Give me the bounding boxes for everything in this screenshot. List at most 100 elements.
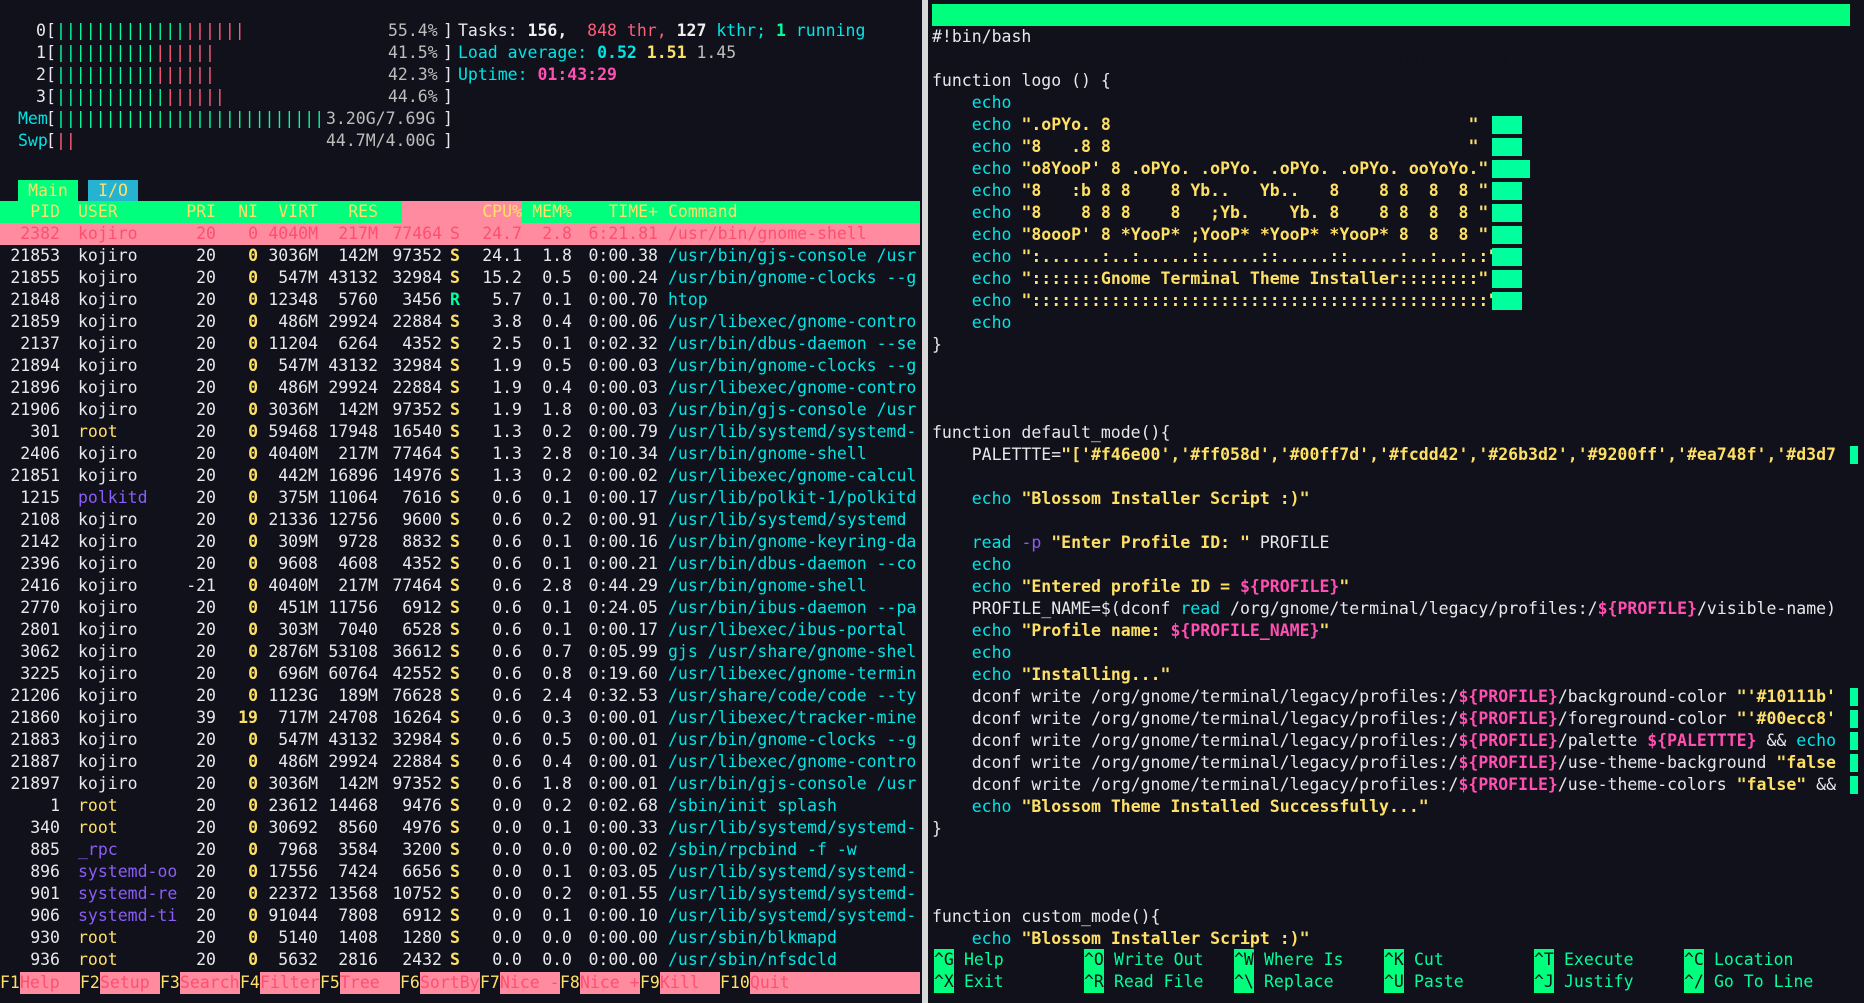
- shortcut-key[interactable]: ^K: [1384, 949, 1404, 971]
- process-row[interactable]: 901 systemd-re 20 0 22372 13568 10752 S 0.0 0.2 0:…: [0, 883, 920, 905]
- shortcut-label[interactable]: Exit: [964, 971, 1004, 993]
- fkey-label[interactable]: Help: [20, 972, 80, 994]
- code-line[interactable]: PROFILE_NAME=$(dconf read /org/gnome/ter…: [932, 598, 1864, 620]
- process-row[interactable]: 3062 kojiro 20 0 2876M 53108 36612 S 0.6 0.7 0:05.…: [0, 641, 920, 663]
- process-row[interactable]: 21851 kojiro 20 0 442M 16896 14976 S 1.3 0.2 0:00.…: [0, 465, 920, 487]
- fkey-label[interactable]: Search: [180, 972, 240, 994]
- fkey-label[interactable]: Setup: [100, 972, 160, 994]
- code-line[interactable]: #!bin/bash: [932, 26, 1864, 48]
- shortcut-label[interactable]: Where Is: [1264, 949, 1343, 971]
- code-line[interactable]: dconf write /org/gnome/terminal/legacy/p…: [932, 708, 1864, 730]
- shortcut-label[interactable]: Cut: [1414, 949, 1444, 971]
- pane-divider[interactable]: [922, 0, 928, 1003]
- process-row-selected[interactable]: 2382 kojiro 20 0 4040M 217M 77464 S 24.7 2.8 6:21.…: [0, 223, 920, 245]
- code-line[interactable]: }: [932, 818, 1864, 840]
- shortcut-key[interactable]: ^/: [1684, 971, 1704, 993]
- process-row[interactable]: 2137 kojiro 20 0 11204 6264 4352 S 2.5 0.1 0:02.32…: [0, 333, 920, 355]
- shortcut-key[interactable]: ^J: [1534, 971, 1554, 993]
- shortcut-label[interactable]: Execute: [1564, 949, 1634, 971]
- header-time[interactable]: TIME+: [538, 201, 658, 223]
- code-line[interactable]: echo "Blossom Theme Installed Successful…: [932, 796, 1864, 818]
- code-line[interactable]: [932, 378, 1864, 400]
- process-row[interactable]: 2406 kojiro 20 0 4040M 217M 77464 S 1.3 2.8 0:10.3…: [0, 443, 920, 465]
- fkey-label[interactable]: Nice +: [580, 972, 640, 994]
- code-line[interactable]: echo: [932, 312, 1864, 334]
- shortcut-key[interactable]: ^G: [934, 949, 954, 971]
- code-line[interactable]: echo "8 8 8 8 8 ;Yb. Yb. 8 8 8 8 8 ": [932, 202, 1864, 224]
- process-row[interactable]: 2396 kojiro 20 0 9608 4608 4352 S 0.6 0.1 0:00.21/…: [0, 553, 920, 575]
- fkey-label[interactable]: Quit: [750, 972, 920, 994]
- code-line[interactable]: PALETTTE="['#f46e00','#ff058d','#00ff7d'…: [932, 444, 1864, 466]
- fkey-f8[interactable]: F8: [560, 972, 580, 994]
- fkey-label[interactable]: Tree: [340, 972, 400, 994]
- shortcut-key[interactable]: ^U: [1384, 971, 1404, 993]
- shortcut-label[interactable]: Help: [964, 949, 1004, 971]
- shortcut-key[interactable]: ^X: [934, 971, 954, 993]
- code-line[interactable]: [932, 884, 1864, 906]
- process-row[interactable]: 21906 kojiro 20 0 3036M 142M 97352 S 1.9 1.8 0:00.…: [0, 399, 920, 421]
- process-row[interactable]: 301 root 20 0 59468 17948 16540 S 1.3 0.2 0:00.79/…: [0, 421, 920, 443]
- process-row[interactable]: 21848 kojiro 20 0 12348 5760 3456 R 5.7 0.1 0:00.7…: [0, 289, 920, 311]
- code-line[interactable]: echo "o8YooP' 8 .oPYo. .oPYo. .oPYo. .oP…: [932, 158, 1864, 180]
- code-line[interactable]: [932, 840, 1864, 862]
- code-line[interactable]: echo "8 .8 8 ": [932, 136, 1864, 158]
- code-line[interactable]: echo "Blossom Installer Script :)": [932, 488, 1864, 510]
- fkey-f3[interactable]: F3: [160, 972, 180, 994]
- code-line[interactable]: echo "Entered profile ID = ${PROFILE}": [932, 576, 1864, 598]
- code-line[interactable]: [932, 356, 1864, 378]
- code-line[interactable]: dconf write /org/gnome/terminal/legacy/p…: [932, 774, 1864, 796]
- nano-pane[interactable]: GNU nano 7.2 Gnome-Terminal/blossom.sh #…: [932, 0, 1864, 1003]
- code-line[interactable]: [932, 48, 1864, 70]
- code-line[interactable]: echo "8oooP' 8 *YooP* ;YooP* *YooP* *Yoo…: [932, 224, 1864, 246]
- process-row[interactable]: 1 root 20 0 23612 14468 9476 S 0.0 0.2 0:02.68/sbi…: [0, 795, 920, 817]
- process-row[interactable]: 21897 kojiro 20 0 3036M 142M 97352 S 0.6 1.8 0:00.…: [0, 773, 920, 795]
- code-line[interactable]: echo "Installing...": [932, 664, 1864, 686]
- code-line[interactable]: }: [932, 334, 1864, 356]
- header-command[interactable]: Command: [668, 201, 738, 223]
- code-line[interactable]: [932, 862, 1864, 884]
- process-row[interactable]: 906 systemd-ti 20 0 91044 7808 6912 S 0.0 0.1 0:00…: [0, 905, 920, 927]
- code-line[interactable]: echo: [932, 554, 1864, 576]
- process-row[interactable]: 340 root 20 0 30692 8560 4976 S 0.0 0.1 0:00.33/us…: [0, 817, 920, 839]
- code-line[interactable]: echo: [932, 92, 1864, 114]
- code-line[interactable]: [932, 510, 1864, 532]
- process-row[interactable]: 2416 kojiro -21 0 4040M 217M 77464 S 0.6 2.8 0:44.…: [0, 575, 920, 597]
- code-line[interactable]: echo ".oPYo. 8 ": [932, 114, 1864, 136]
- fkey-f7[interactable]: F7: [480, 972, 500, 994]
- code-line[interactable]: function default_mode(){: [932, 422, 1864, 444]
- process-row[interactable]: 1215 polkitd 20 0 375M 11064 7616 S 0.6 0.1 0:00.1…: [0, 487, 920, 509]
- process-row[interactable]: 21883 kojiro 20 0 547M 43132 32984 S 0.6 0.5 0:00.…: [0, 729, 920, 751]
- process-row[interactable]: 2142 kojiro 20 0 309M 9728 8832 S 0.6 0.1 0:00.16/…: [0, 531, 920, 553]
- shortcut-label[interactable]: Go To Line: [1714, 971, 1813, 993]
- process-row[interactable]: 885 _rpc 20 0 7968 3584 3200 S 0.0 0.0 0:00.02/sbi…: [0, 839, 920, 861]
- shortcut-key[interactable]: ^R: [1084, 971, 1104, 993]
- tab-io[interactable]: I/O: [88, 180, 138, 201]
- fkey-label[interactable]: Filter: [260, 972, 320, 994]
- code-line[interactable]: function custom_mode(){: [932, 906, 1864, 928]
- shortcut-key[interactable]: ^W: [1234, 949, 1254, 971]
- shortcut-label[interactable]: Write Out: [1114, 949, 1203, 971]
- code-line[interactable]: echo "8 :b 8 8 8 Yb.. Yb.. 8 8 8 8 8 ": [932, 180, 1864, 202]
- code-line[interactable]: read -p "Enter Profile ID: " PROFILE: [932, 532, 1864, 554]
- process-row[interactable]: 2801 kojiro 20 0 303M 7040 6528 S 0.6 0.1 0:00.17/…: [0, 619, 920, 641]
- code-line[interactable]: echo "Blossom Installer Script :)": [932, 928, 1864, 950]
- fkey-f6[interactable]: F6: [400, 972, 420, 994]
- fkey-label[interactable]: Nice -: [500, 972, 560, 994]
- fkey-label[interactable]: Kill: [660, 972, 720, 994]
- process-row[interactable]: 2108 kojiro 20 0 21336 12756 9600 S 0.6 0.2 0:00.9…: [0, 509, 920, 531]
- code-line[interactable]: function logo () {: [932, 70, 1864, 92]
- code-line[interactable]: [932, 400, 1864, 422]
- shortcut-label[interactable]: Replace: [1264, 971, 1334, 993]
- process-row[interactable]: 3225 kojiro 20 0 696M 60764 42552 S 0.6 0.8 0:19.6…: [0, 663, 920, 685]
- shortcut-key[interactable]: ^\: [1234, 971, 1254, 993]
- process-row[interactable]: 21860 kojiro 39 19 717M 24708 16264 S 0.6 0.3 0:00…: [0, 707, 920, 729]
- process-row[interactable]: 930 root 20 0 5140 1408 1280 S 0.0 0.0 0:00.00/usr…: [0, 927, 920, 949]
- shortcut-key[interactable]: ^O: [1084, 949, 1104, 971]
- htop-pane[interactable]: 0 [||||||||||||||||||| 55.4%] 1 [|||||||||||…: [0, 0, 920, 1003]
- process-row[interactable]: 21896 kojiro 20 0 486M 29924 22884 S 1.9 0.4 0:00.…: [0, 377, 920, 399]
- fkey-label[interactable]: SortBy: [420, 972, 480, 994]
- tab-main[interactable]: Main: [18, 180, 78, 201]
- process-row[interactable]: 21206 kojiro 20 0 1123G 189M 76628 S 0.6 2.4 0:32.…: [0, 685, 920, 707]
- code-line[interactable]: echo "::::::::::::::::::::::::::::::::::…: [932, 290, 1864, 312]
- fkey-f1[interactable]: F1: [0, 972, 20, 994]
